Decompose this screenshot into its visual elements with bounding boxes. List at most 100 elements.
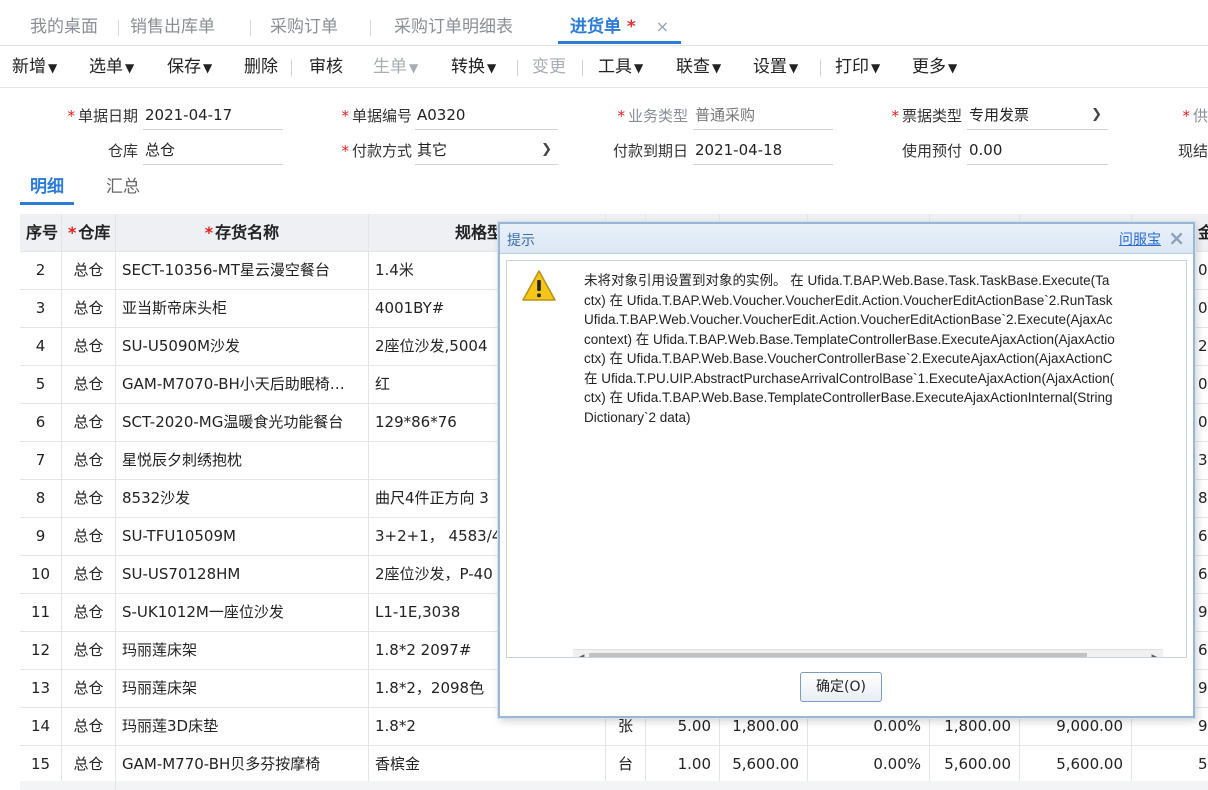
save-button[interactable]: 保存 ▼ [167, 54, 212, 80]
total-row: 合计 [20, 781, 1208, 790]
cell-warehouse[interactable]: 总仓 [62, 442, 116, 480]
cell-seq[interactable]: 10 [20, 556, 62, 594]
delete-button[interactable]: 删除 [244, 54, 278, 80]
print-button[interactable]: 打印 ▼ [835, 54, 880, 80]
cell-warehouse[interactable]: 总仓 [62, 404, 116, 442]
cell-item-name[interactable]: GAM-M770-BH贝多芬按摩椅 [116, 746, 369, 784]
select-button[interactable]: 选单 ▼ [89, 54, 134, 80]
cell-seq[interactable]: 7 [20, 442, 62, 480]
warehouse-input[interactable]: 总仓 [143, 136, 283, 165]
dialog-title: 提示 [507, 233, 535, 249]
cell-item-name[interactable]: 8532沙发 [116, 480, 369, 518]
table-row[interactable]: 15 总仓 GAM-M770-BH贝多芬按摩椅 香槟金台 1.00 5,600.00 0.0… [20, 746, 1208, 784]
cell-item-name[interactable]: SU-US70128HM [116, 556, 369, 594]
cell-seq[interactable]: 2 [20, 252, 62, 290]
more-button[interactable]: 更多 ▼ [912, 54, 957, 80]
cell-seq[interactable]: 5 [20, 366, 62, 404]
cell-item-name[interactable]: SU-U5090M沙发 [116, 328, 369, 366]
cell-tax-amount[interactable]: 5,60 [1132, 746, 1208, 784]
chevron-down-icon: ▼ [487, 61, 497, 75]
cell-item-name[interactable]: 玛丽莲床架 [116, 632, 369, 670]
cell-item-name[interactable]: S-UK1012M一座位沙发 [116, 594, 369, 632]
tools-button[interactable]: 工具 ▼ [598, 54, 643, 80]
cell-discount[interactable]: 0.00% [808, 746, 930, 784]
cell-item-name[interactable]: 玛丽莲3D床垫 [116, 708, 369, 746]
cell-warehouse[interactable]: 总仓 [62, 290, 116, 328]
tab-purchase-order-detail[interactable]: 采购订单明细表 [394, 10, 513, 44]
cell-item-name[interactable]: SECT-10356-MT星云漫空餐台 [116, 252, 369, 290]
tab-desktop[interactable]: 我的桌面 [30, 10, 98, 44]
cell-warehouse[interactable]: 总仓 [62, 708, 116, 746]
prepay-label: 使用预付 [901, 142, 962, 160]
cell-item-name[interactable]: 玛丽莲床架 [116, 670, 369, 708]
close-icon[interactable]: × [1168, 226, 1185, 250]
cell-item-name[interactable]: SU-TFU10509M [116, 518, 369, 556]
ok-button[interactable]: 确定(O) [800, 672, 882, 702]
due-date-input[interactable]: 2021-04-18 [693, 136, 833, 165]
cell-warehouse[interactable]: 总仓 [62, 746, 116, 784]
message-line: ctx) 在 Ufida.T.BAP.Web.Base.VoucherContr… [584, 351, 1113, 366]
cell-warehouse[interactable]: 总仓 [62, 670, 116, 708]
cell-seq[interactable]: 3 [20, 290, 62, 328]
cell-warehouse[interactable]: 总仓 [62, 556, 116, 594]
cell-unit[interactable]: 台 [606, 746, 646, 784]
chevron-down-icon: ▼ [409, 61, 419, 75]
cell-seq[interactable]: 14 [20, 708, 62, 746]
tab-purchase-order[interactable]: 采购订单 [270, 10, 338, 44]
dialog-message-area[interactable]: 未将对象引用设置到对象的实例。 在 Ufida.T.BAP.Web.Base.T… [506, 260, 1187, 658]
cell-warehouse[interactable]: 总仓 [62, 252, 116, 290]
invoice-type-select[interactable]: 专用发票 ❯ [967, 101, 1108, 130]
cell-price[interactable]: 5,600.00 [720, 746, 808, 784]
pay-method-select[interactable]: 其它 ❯ [415, 136, 558, 165]
close-icon[interactable]: × [656, 17, 669, 36]
settings-label: 设置 [753, 57, 787, 77]
cell-warehouse[interactable]: 总仓 [62, 366, 116, 404]
tab-detail[interactable]: 明细 [20, 173, 74, 205]
new-button[interactable]: 新增 ▼ [12, 54, 57, 80]
cell-item-name[interactable]: 亚当斯帝床头柜 [116, 290, 369, 328]
cell-item-name[interactable]: GAM-M7070-BH小天后助眠椅… [116, 366, 369, 404]
horizontal-scrollbar[interactable]: ◀ ▶ [573, 649, 1163, 657]
cell-seq[interactable]: 15 [20, 746, 62, 784]
cell-warehouse[interactable]: 总仓 [62, 518, 116, 556]
cell-warehouse[interactable]: 总仓 [62, 328, 116, 366]
chevron-down-icon: ▼ [48, 61, 58, 75]
cell-warehouse[interactable]: 总仓 [62, 480, 116, 518]
cash-label: 现结 [1177, 142, 1208, 160]
tab-sales-outbound[interactable]: 销售出库单 [130, 10, 215, 44]
cell-seq[interactable]: 13 [20, 670, 62, 708]
cell-net-price[interactable]: 5,600.00 [930, 746, 1020, 784]
print-label: 打印 [835, 57, 869, 77]
cell-seq[interactable]: 12 [20, 632, 62, 670]
cell-seq[interactable]: 8 [20, 480, 62, 518]
cell-warehouse[interactable]: 总仓 [62, 594, 116, 632]
audit-button[interactable]: 审核 [309, 54, 343, 80]
settings-button[interactable]: 设置 ▼ [753, 54, 798, 80]
cell-qty[interactable]: 1.00 [646, 746, 720, 784]
scrollbar-thumb[interactable] [589, 653, 1087, 657]
change-button[interactable]: 变更 [532, 54, 566, 80]
more-label: 更多 [912, 57, 946, 77]
cell-item-name[interactable]: 星悦辰夕刺绣抱枕 [116, 442, 369, 480]
cell-seq[interactable]: 9 [20, 518, 62, 556]
doc-no-input[interactable]: A0320 [415, 101, 558, 130]
cell-item-name[interactable]: SCT-2020-MG温暖食光功能餐台 [116, 404, 369, 442]
prepay-input[interactable]: 0.00 [967, 136, 1108, 165]
cell-spec[interactable]: 香槟金 [369, 746, 606, 784]
convert-button[interactable]: 转换 ▼ [451, 54, 496, 80]
scroll-right-icon[interactable]: ▶ [1147, 650, 1163, 657]
cell-seq[interactable]: 6 [20, 404, 62, 442]
cell-amount[interactable]: 5,600.00 [1020, 746, 1132, 784]
scroll-left-icon[interactable]: ◀ [573, 650, 589, 657]
generate-button[interactable]: 生单 ▼ [373, 54, 418, 80]
message-line: ctx) 在 Ufida.T.BAP.Web.Voucher.VoucherEd… [584, 292, 1113, 308]
cell-warehouse[interactable]: 总仓 [62, 632, 116, 670]
cell-seq[interactable]: 11 [20, 594, 62, 632]
doc-date-input[interactable]: 2021-04-17 [143, 101, 283, 130]
cell-seq[interactable]: 4 [20, 328, 62, 366]
warehouse-label: 仓库 [107, 142, 138, 160]
link-query-button[interactable]: 联查 ▼ [676, 54, 721, 80]
tab-purchase-receipt[interactable]: 进货单 * × [558, 10, 682, 44]
help-link[interactable]: 问服宝 [1119, 229, 1161, 249]
tab-summary[interactable]: 汇总 [106, 173, 140, 205]
